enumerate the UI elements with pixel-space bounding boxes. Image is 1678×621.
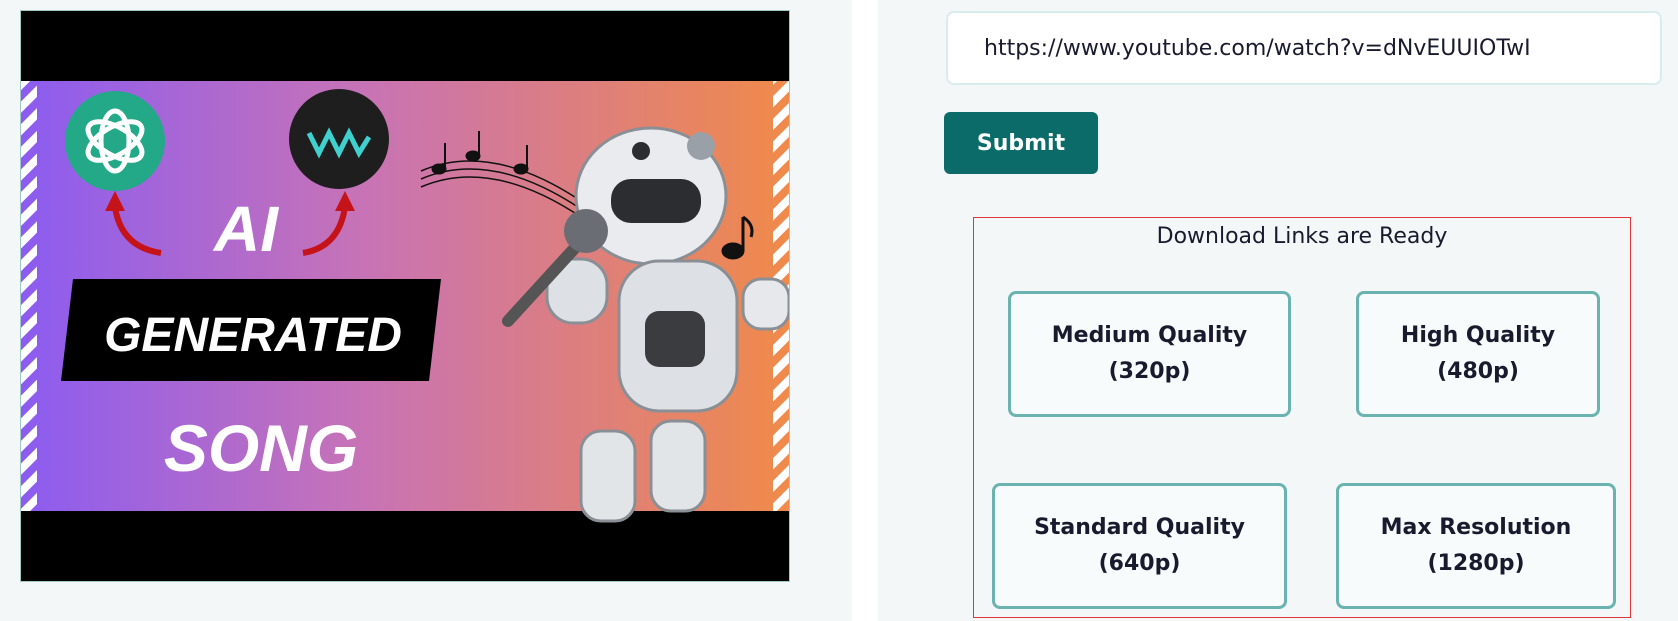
quality-name: Max Resolution [1380,515,1572,540]
download-medium-quality-button[interactable]: Medium Quality (320p) [1008,291,1291,417]
download-max-resolution-button[interactable]: Max Resolution (1280p) [1336,483,1616,609]
quality-resolution: (480p) [1437,359,1519,384]
quality-resolution: (320p) [1108,359,1191,384]
thumbnail-title-line-2: GENERATED [104,309,402,362]
thumbnail-stripes-left [21,81,37,511]
download-high-quality-button[interactable]: High Quality (480p) [1356,291,1600,417]
thumbnail-title-line-3: SONG [164,411,358,485]
thumbnail-title-line-1: AI [212,193,279,265]
download-links-heading: Download Links are Ready [1156,224,1448,249]
panel-divider [852,0,878,621]
url-input[interactable] [946,11,1662,85]
quality-resolution: (640p) [1098,551,1181,576]
openai-logo-icon [65,91,165,191]
quality-name: High Quality [1400,323,1556,348]
download-standard-quality-button[interactable]: Standard Quality (640p) [992,483,1287,609]
vm-logo-icon [289,89,389,189]
submit-button[interactable]: Submit [944,112,1098,174]
quality-name: Medium Quality [1051,323,1248,348]
quality-name: Standard Quality [1034,515,1245,540]
quality-resolution: (1280p) [1427,551,1525,576]
left-panel: AI GENERATED SONG [0,0,852,621]
video-thumbnail: AI GENERATED SONG [20,10,790,582]
